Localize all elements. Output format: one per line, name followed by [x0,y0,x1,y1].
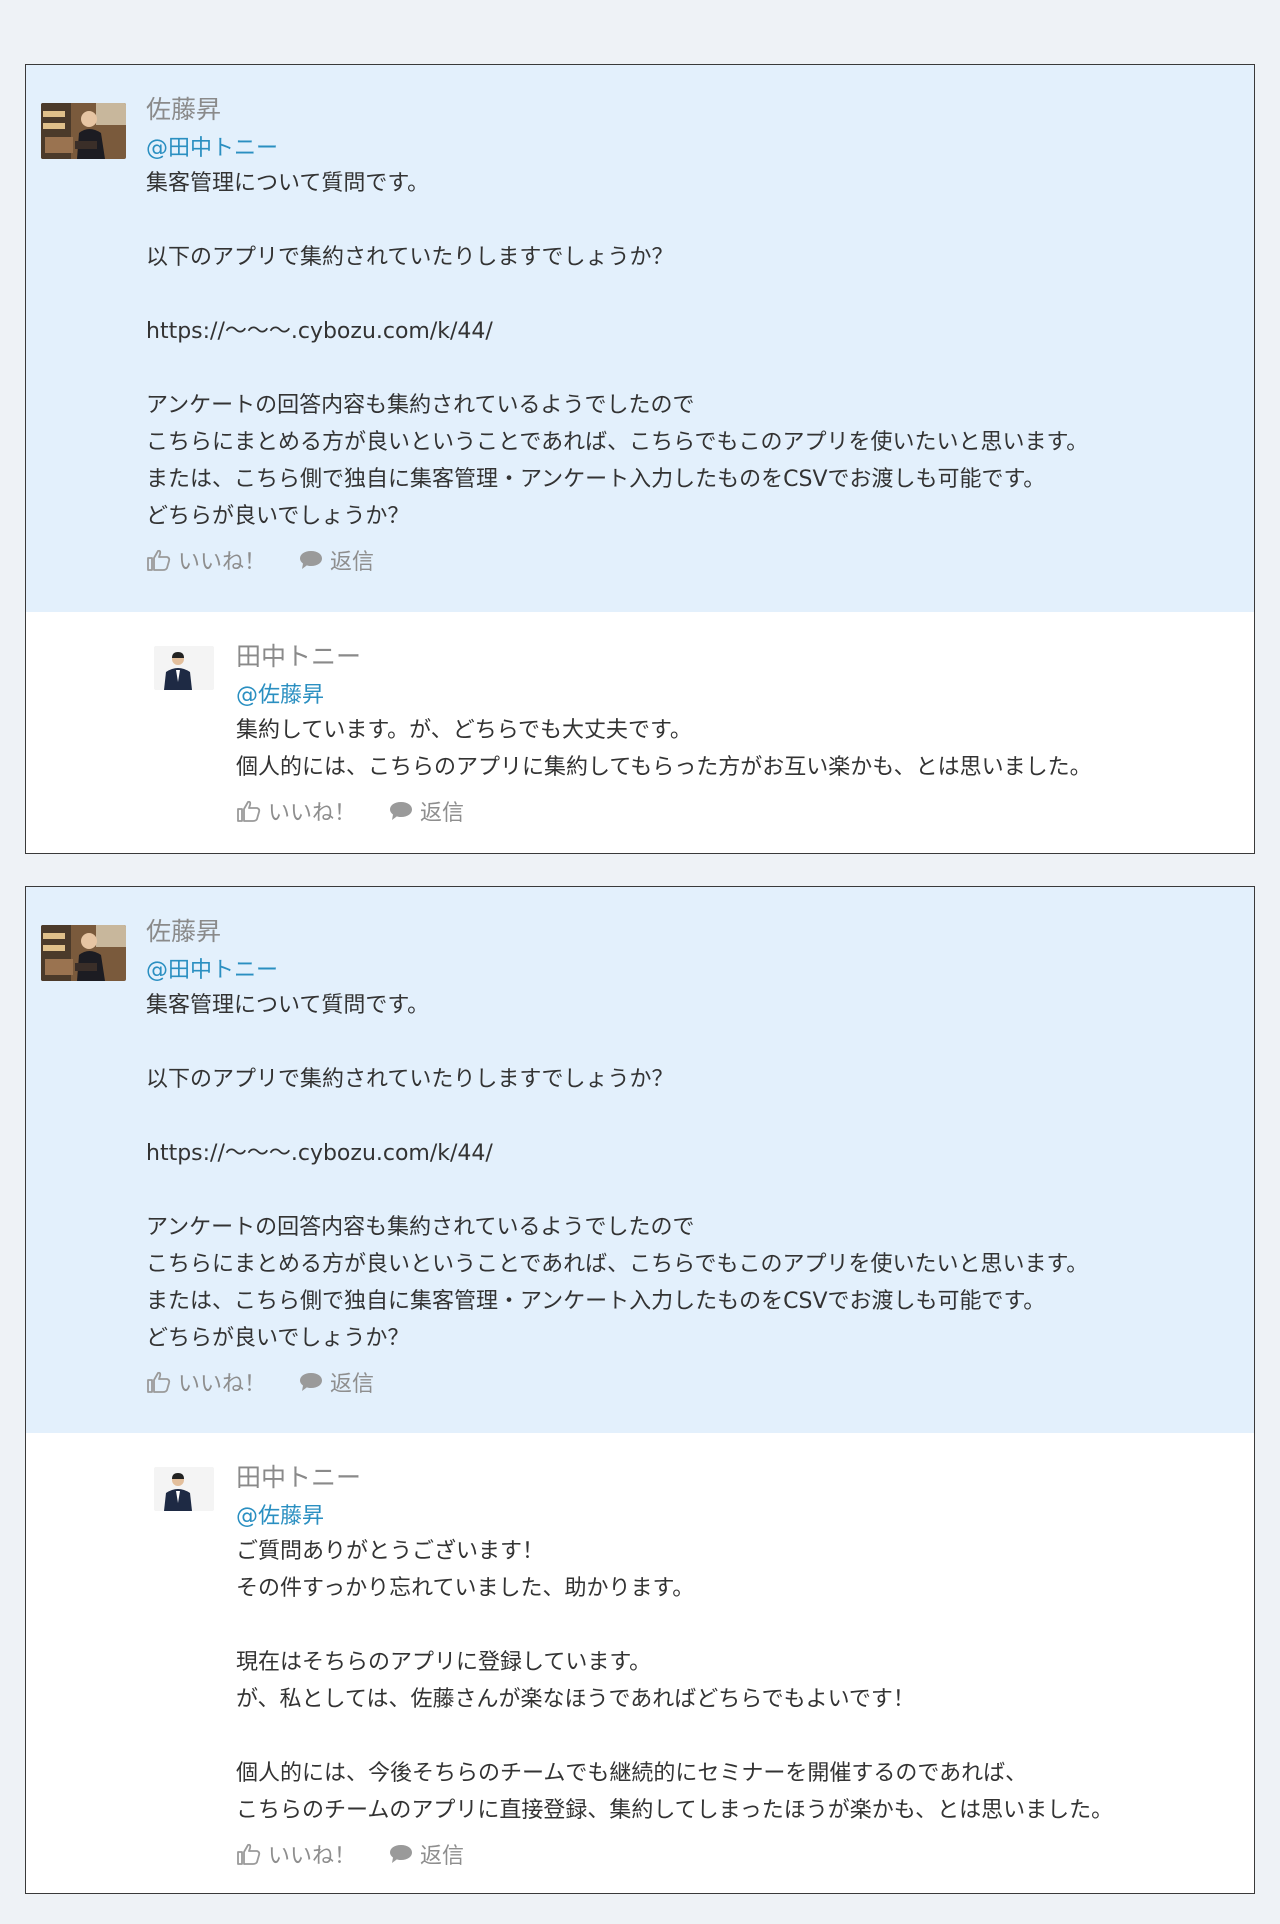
like-label: いいね！ [268,1844,357,1869]
post: 佐藤昇 @田中トニー 集客管理について質問です。 以下のアプリで集約されていたり… [26,65,1254,612]
reply-button[interactable]: 返信 [298,544,374,576]
avatar[interactable] [41,103,126,159]
reply-label: 返信 [420,801,465,826]
reply-actions: いいね！ 返信 [236,792,1214,830]
thread-card-1: 佐藤昇 @田中トニー 集客管理について質問です。 以下のアプリで集約されていたり… [25,64,1255,854]
thumbs-up-icon [237,800,261,822]
speech-bubble-icon [390,1845,413,1863]
reply-label: 返信 [330,550,375,575]
speech-bubble-icon [300,551,323,569]
post-text: 集客管理について質問です。 以下のアプリで集約されていたりしますでしょうか？ h… [146,171,1089,529]
thumbs-up-icon [147,549,171,571]
mention-link[interactable]: @佐藤昇 [236,1497,1214,1533]
speech-bubble-icon [300,1373,323,1391]
reply-text: ご質問ありがとうございます！ その件すっかり忘れていました、助かります。 現在は… [236,1539,1114,1823]
mention-link[interactable]: @田中トニー [146,129,1214,165]
like-label: いいね！ [178,1372,267,1397]
reply-button[interactable]: 返信 [298,1366,374,1398]
post: 佐藤昇 @田中トニー 集客管理について質問です。 以下のアプリで集約されていたり… [26,887,1254,1433]
like-button[interactable]: いいね！ [146,1366,266,1398]
like-button[interactable]: いいね！ [146,544,266,576]
avatar[interactable] [154,1467,214,1511]
reply-button[interactable]: 返信 [388,795,464,827]
reply-actions: いいね！ 返信 [236,1835,1214,1873]
avatar[interactable] [154,646,214,690]
thumbs-up-icon [237,1843,261,1865]
like-label: いいね！ [178,550,267,575]
reply-label: 返信 [420,1844,465,1869]
like-button[interactable]: いいね！ [236,795,356,827]
reply-button[interactable]: 返信 [388,1838,464,1870]
post-author[interactable]: 佐藤昇 [146,913,1214,951]
avatar[interactable] [41,925,126,981]
mention-link[interactable]: @佐藤昇 [236,676,1214,712]
mention-link[interactable]: @田中トニー [146,951,1214,987]
post-author[interactable]: 佐藤昇 [146,91,1214,129]
post-actions: いいね！ 返信 [146,1363,1214,1401]
post-actions: いいね！ 返信 [146,541,1214,579]
post-text: 集客管理について質問です。 以下のアプリで集約されていたりしますでしょうか？ h… [146,993,1089,1351]
speech-bubble-icon [390,802,413,820]
thumbs-up-icon [147,1371,171,1393]
reply-author[interactable]: 田中トニー [236,1459,1214,1497]
reply-text: 集約しています。が、どちらでも大丈夫です。 個人的には、こちらのアプリに集約して… [236,718,1092,780]
thread-card-2: 佐藤昇 @田中トニー 集客管理について質問です。 以下のアプリで集約されていたり… [25,886,1255,1894]
like-button[interactable]: いいね！ [236,1838,356,1870]
reply-author[interactable]: 田中トニー [236,638,1214,676]
reply-label: 返信 [330,1372,375,1397]
like-label: いいね！ [268,801,357,826]
